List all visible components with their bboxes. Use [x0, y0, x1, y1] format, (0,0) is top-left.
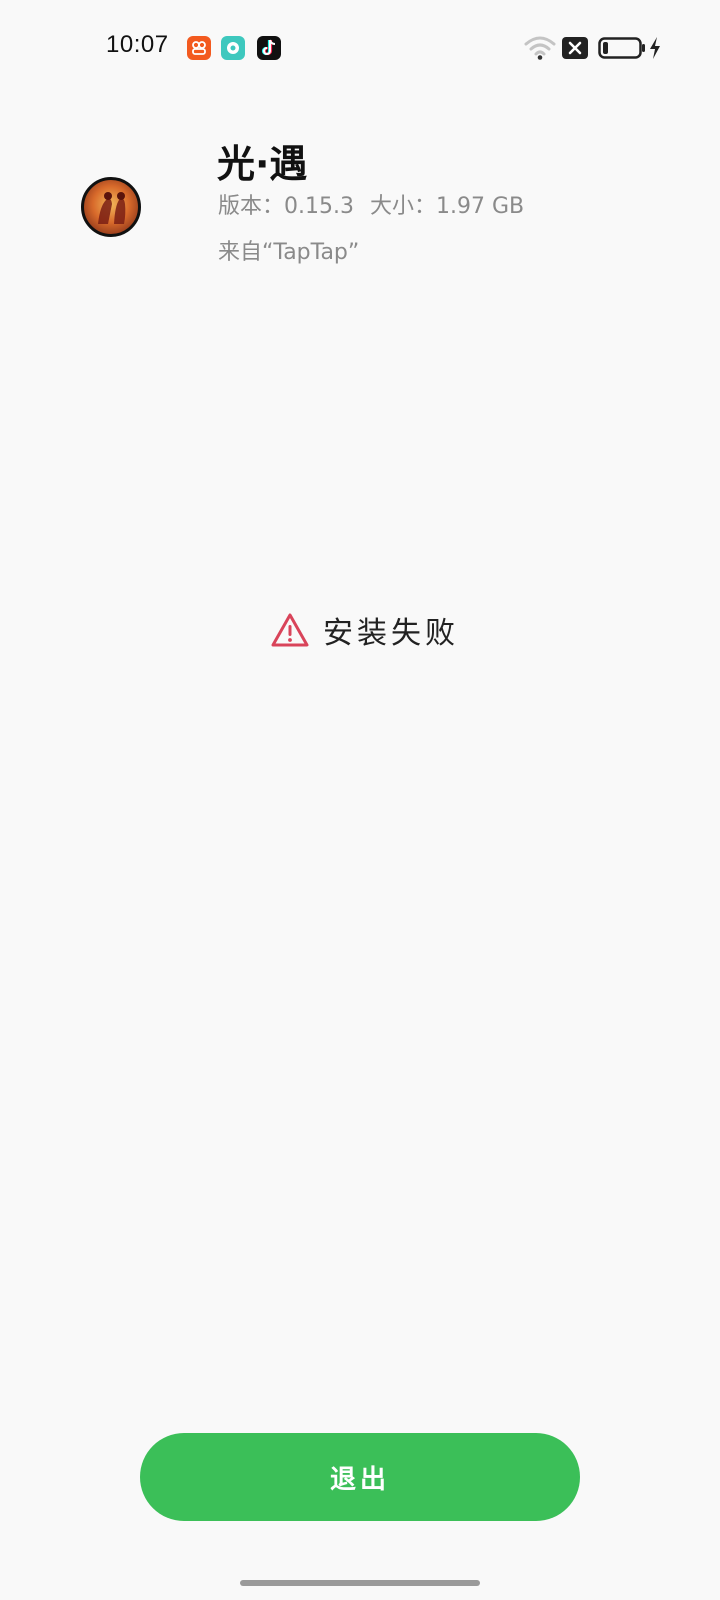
exit-button-label: 退出 [329, 1464, 390, 1495]
warning-triangle-icon [271, 613, 309, 647]
no-sim-icon [562, 37, 588, 59]
home-indicator[interactable] [240, 1580, 480, 1586]
app-orange-icon [187, 36, 211, 60]
version-value: 0.15.3 [284, 194, 354, 219]
size-value: 1.97 GB [436, 194, 525, 219]
status-bar: 10:07 [0, 0, 720, 96]
app-name: 光·遇 [217, 142, 308, 186]
version-label: 版本： [218, 194, 285, 219]
install-status: 安装失败 [271, 610, 459, 651]
app-source: 来自“TapTap” [218, 240, 360, 265]
app-icon [81, 177, 141, 237]
charging-icon [650, 37, 660, 59]
install-failed-text: 安装失败 [323, 616, 459, 651]
tiktok-icon [257, 36, 281, 60]
exit-button[interactable]: 退出 [140, 1433, 580, 1521]
app-teal-icon [221, 36, 245, 60]
status-time: 10:07 [106, 31, 169, 58]
size-label: 大小： [370, 194, 437, 219]
wifi-icon [524, 36, 556, 60]
battery-icon [598, 37, 645, 59]
app-meta: 版本：0.15.3 大小：1.97 GB [218, 188, 524, 220]
